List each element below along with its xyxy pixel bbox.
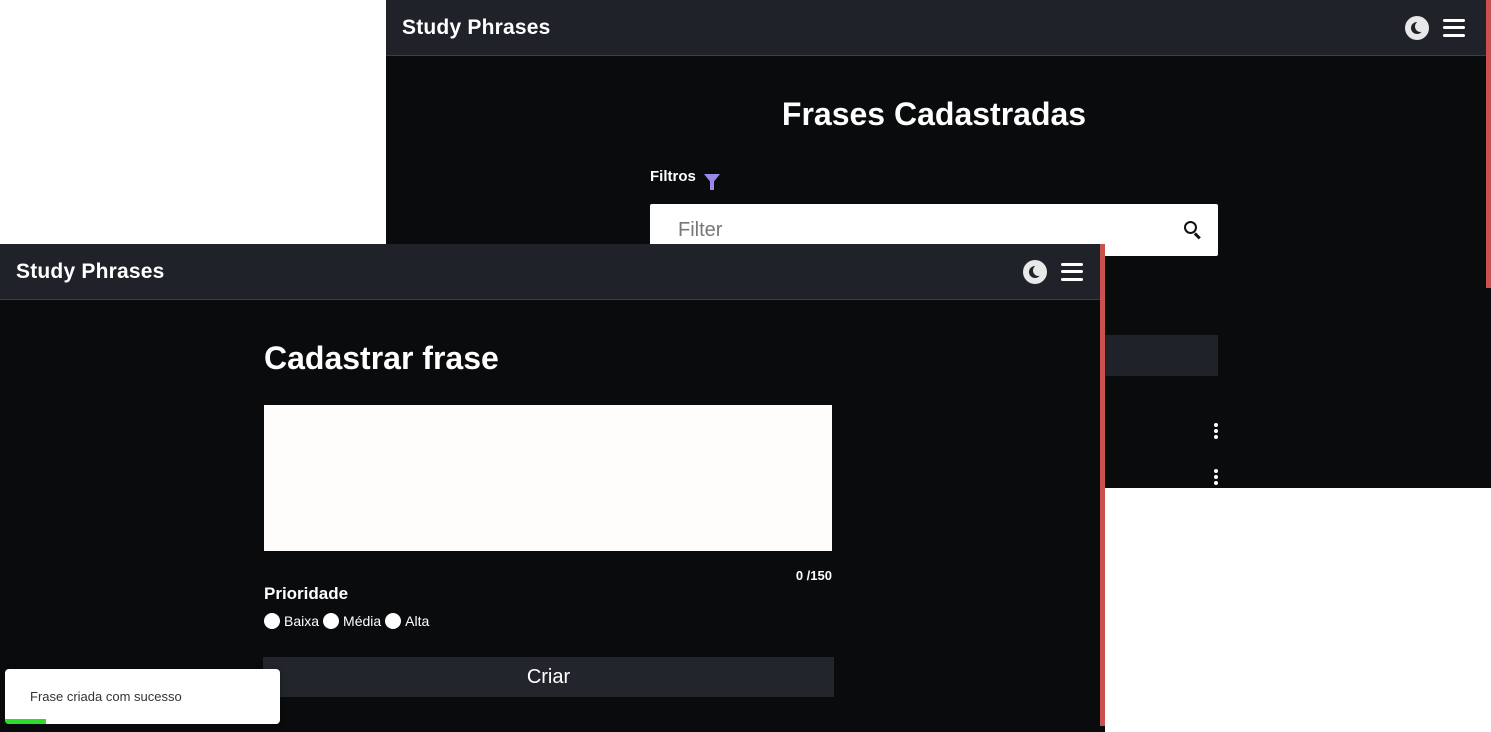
radio-button[interactable] <box>264 613 280 629</box>
priority-option-media[interactable]: Média <box>323 613 381 629</box>
theme-toggle-icon[interactable] <box>1405 15 1429 40</box>
search-icon[interactable] <box>1184 221 1202 240</box>
create-phrase-window: Study Phrases Cadastrar frase 0 /150 Pri… <box>0 244 1105 732</box>
radio-button[interactable] <box>323 613 340 629</box>
page-title: Frases Cadastradas <box>781 96 1087 132</box>
brand-title[interactable]: Study Phrases <box>16 260 165 284</box>
phrase-textarea[interactable] <box>264 405 832 551</box>
page-title: Cadastrar frase <box>264 340 499 376</box>
kebab-menu-icon[interactable] <box>1214 423 1218 439</box>
theme-toggle-icon[interactable] <box>1023 259 1047 284</box>
hamburger-menu-icon[interactable] <box>1061 262 1083 281</box>
navbar-actions <box>1023 259 1083 284</box>
hamburger-menu-icon[interactable] <box>1443 18 1465 37</box>
toast-message: Frase criada com sucesso <box>30 689 182 704</box>
kebab-menu-icon[interactable] <box>1214 469 1218 485</box>
priority-label: Prioridade <box>264 584 349 603</box>
toast-notification[interactable]: Frase criada com sucesso <box>5 669 280 724</box>
priority-option-alta[interactable]: Alta <box>385 613 429 629</box>
navbar: Study Phrases <box>386 0 1491 56</box>
radio-label: Baixa <box>284 613 320 629</box>
radio-button[interactable] <box>385 613 402 629</box>
create-button[interactable]: Criar <box>263 657 834 697</box>
brand-title[interactable]: Study Phrases <box>402 16 551 40</box>
toast-progress-bar <box>5 719 47 724</box>
priority-radio-group: Baixa Média Alta <box>264 613 433 629</box>
char-counter: 0 /150 <box>795 568 832 583</box>
navbar: Study Phrases <box>0 244 1105 300</box>
filters-toggle[interactable]: Filtros <box>650 168 720 190</box>
radio-label: Alta <box>405 613 430 629</box>
filter-input[interactable] <box>676 217 1184 243</box>
radio-label: Média <box>343 613 382 629</box>
scrollbar[interactable] <box>1100 244 1105 726</box>
scrollbar[interactable] <box>1486 0 1491 288</box>
filters-label: Filtros <box>650 168 696 185</box>
priority-option-baixa[interactable]: Baixa <box>264 613 319 629</box>
filter-funnel-icon <box>703 173 720 190</box>
navbar-actions <box>1405 15 1465 40</box>
